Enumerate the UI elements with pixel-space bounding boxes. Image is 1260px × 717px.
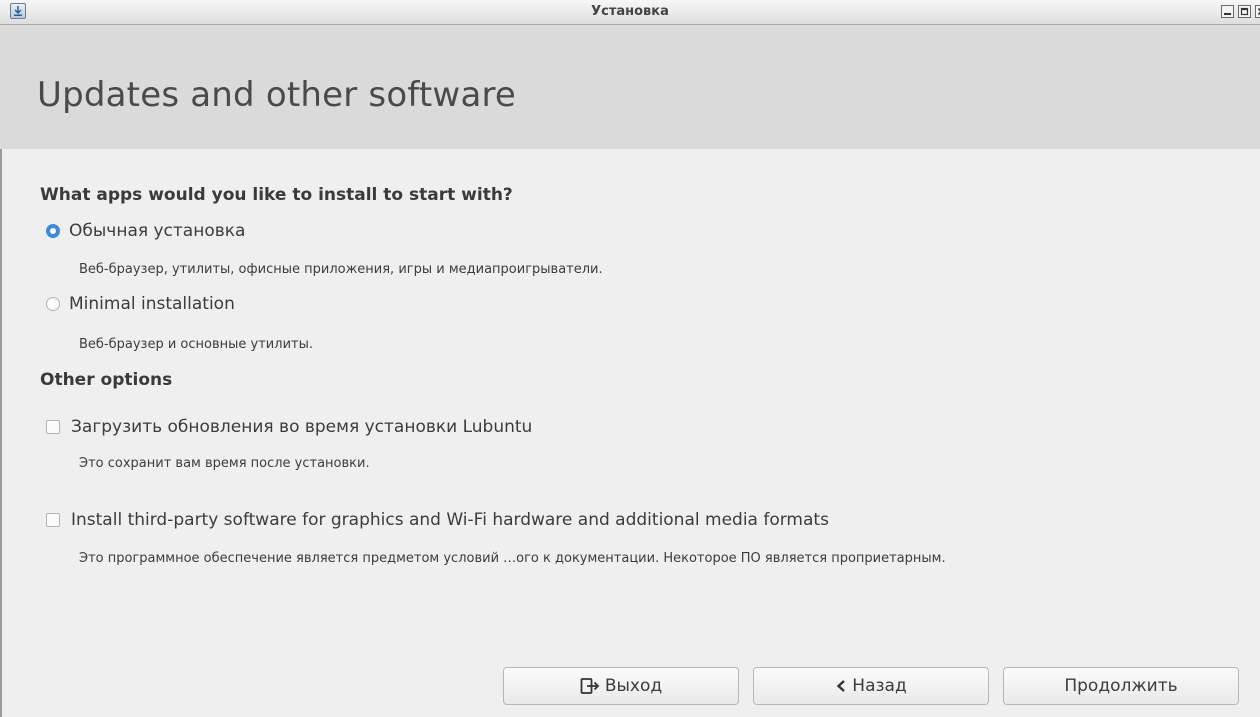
exit-icon <box>580 677 600 695</box>
continue-button[interactable]: Продолжить <box>1003 667 1239 705</box>
minimal-install-description: Веб-браузер и основные утилиты. <box>79 337 313 352</box>
checkbox-unchecked-icon[interactable] <box>46 420 60 434</box>
apps-section-heading: What apps would you like to install to s… <box>40 185 513 205</box>
other-options-heading: Other options <box>40 370 173 390</box>
download-updates-label[interactable]: Загрузить обновления во время установки … <box>71 417 532 437</box>
normal-install-radio[interactable]: Обычная установка <box>46 219 245 243</box>
minimal-install-label[interactable]: Minimal installation <box>69 294 235 314</box>
page-header: Updates and other software <box>0 25 1260 149</box>
close-button[interactable] <box>1255 5 1260 18</box>
minimal-install-radio[interactable]: Minimal installation <box>46 292 235 316</box>
back-label: Назад <box>852 676 907 696</box>
chevron-left-icon <box>835 679 847 693</box>
quit-button[interactable]: Выход <box>503 667 739 705</box>
window-border <box>0 149 2 717</box>
continue-label: Продолжить <box>1064 676 1178 696</box>
download-updates-description: Это сохранит вам время после установки. <box>79 456 370 471</box>
page-title: Updates and other software <box>37 75 517 115</box>
third-party-checkbox[interactable]: Install third-party software for graphic… <box>46 508 829 532</box>
download-updates-checkbox[interactable]: Загрузить обновления во время установки … <box>46 415 532 439</box>
third-party-description: Это программное обеспечение является пре… <box>79 551 946 566</box>
maximize-icon <box>1240 7 1249 16</box>
title-bar: Установка <box>0 0 1260 25</box>
maximize-button[interactable] <box>1238 5 1251 18</box>
third-party-label[interactable]: Install third-party software for graphic… <box>71 510 829 530</box>
quit-label: Выход <box>604 676 663 696</box>
back-button[interactable]: Назад <box>753 667 989 705</box>
radio-unselected-icon[interactable] <box>46 297 60 311</box>
window-title: Установка <box>591 4 669 19</box>
minimize-button[interactable] <box>1221 5 1234 18</box>
normal-install-label[interactable]: Обычная установка <box>69 221 245 241</box>
normal-install-description: Веб-браузер, утилиты, офисные приложения… <box>79 262 603 277</box>
minimize-icon <box>1224 13 1231 15</box>
checkbox-unchecked-icon[interactable] <box>46 513 60 527</box>
radio-selected-icon[interactable] <box>46 224 60 238</box>
